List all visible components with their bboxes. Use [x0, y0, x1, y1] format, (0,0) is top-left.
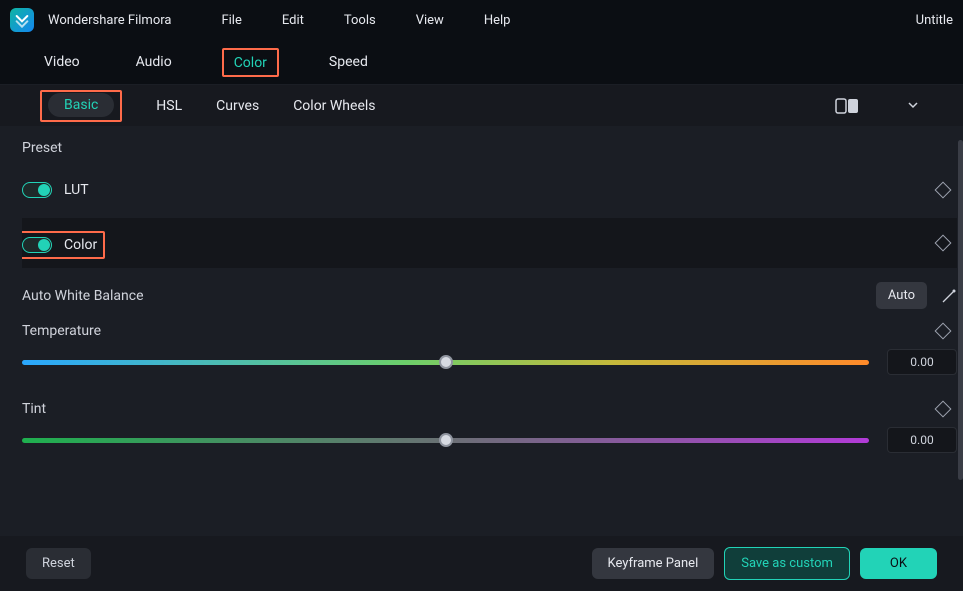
menu-help[interactable]: Help: [484, 13, 511, 28]
document-title: Untitle: [916, 13, 953, 28]
scrollbar-track[interactable]: [957, 140, 963, 465]
lut-toggle[interactable]: [22, 182, 52, 198]
auto-white-balance-row: Auto White Balance Auto: [22, 282, 957, 309]
main-tabs: Video Audio Color Speed: [0, 40, 963, 84]
temperature-label: Temperature: [22, 323, 101, 339]
temperature-slider[interactable]: [22, 360, 869, 365]
preset-label: Preset: [22, 140, 957, 156]
lut-row: LUT: [22, 170, 957, 210]
color-label: Color: [64, 237, 97, 253]
chevron-down-icon[interactable]: [903, 92, 923, 119]
app-logo-icon: [10, 8, 34, 32]
subtab-color-wheels[interactable]: Color Wheels: [293, 98, 375, 114]
color-toggle[interactable]: [22, 237, 52, 253]
menubar: Wondershare Filmora File Edit Tools View…: [0, 0, 963, 40]
menu-tools[interactable]: Tools: [344, 13, 376, 28]
reset-button[interactable]: Reset: [26, 548, 91, 579]
lut-label: LUT: [64, 182, 89, 198]
temperature-value[interactable]: 0.00: [887, 349, 957, 375]
highlight-color-toggle: Color: [22, 231, 105, 259]
tint-slider-thumb[interactable]: [439, 433, 453, 447]
keyframe-panel-button[interactable]: Keyframe Panel: [592, 548, 715, 579]
tint-slider[interactable]: [22, 438, 869, 443]
compare-view-icon[interactable]: [835, 97, 859, 115]
color-panel-body: Preset LUT Color Auto White Balance: [0, 126, 963, 535]
temperature-slider-thumb[interactable]: [439, 355, 453, 369]
subtab-hsl[interactable]: HSL: [156, 98, 182, 114]
tab-audio[interactable]: Audio: [130, 50, 178, 74]
sub-tabs: Basic HSL Curves Color Wheels: [0, 84, 963, 126]
tint-block: Tint 0.00: [22, 401, 957, 453]
menu-file[interactable]: File: [221, 13, 241, 28]
color-row: Color: [22, 218, 957, 268]
tab-color[interactable]: Color: [234, 55, 267, 71]
highlight-basic-tab: Basic: [40, 90, 122, 122]
ok-button[interactable]: OK: [860, 548, 937, 579]
menu-edit[interactable]: Edit: [282, 13, 304, 28]
tint-label: Tint: [22, 401, 46, 417]
auto-button[interactable]: Auto: [876, 282, 927, 309]
color-keyframe-icon[interactable]: [935, 235, 952, 252]
app-title: Wondershare Filmora: [48, 13, 171, 28]
highlight-color-tab: Color: [222, 48, 279, 77]
tint-value[interactable]: 0.00: [887, 427, 957, 453]
tab-video[interactable]: Video: [38, 50, 86, 74]
subtab-curves[interactable]: Curves: [216, 98, 259, 114]
temperature-keyframe-icon[interactable]: [935, 323, 952, 340]
tab-speed[interactable]: Speed: [323, 50, 374, 74]
lut-keyframe-icon[interactable]: [935, 182, 952, 199]
tint-keyframe-icon[interactable]: [935, 401, 952, 418]
menu-view[interactable]: View: [416, 13, 444, 28]
auto-white-balance-label: Auto White Balance: [22, 288, 144, 304]
footer: Reset Keyframe Panel Save as custom OK: [0, 535, 963, 591]
subtab-basic[interactable]: Basic: [48, 93, 114, 117]
scrollbar-thumb[interactable]: [958, 140, 963, 480]
save-as-custom-button[interactable]: Save as custom: [724, 547, 850, 580]
temperature-block: Temperature 0.00: [22, 323, 957, 375]
eyedropper-icon[interactable]: [941, 288, 957, 304]
